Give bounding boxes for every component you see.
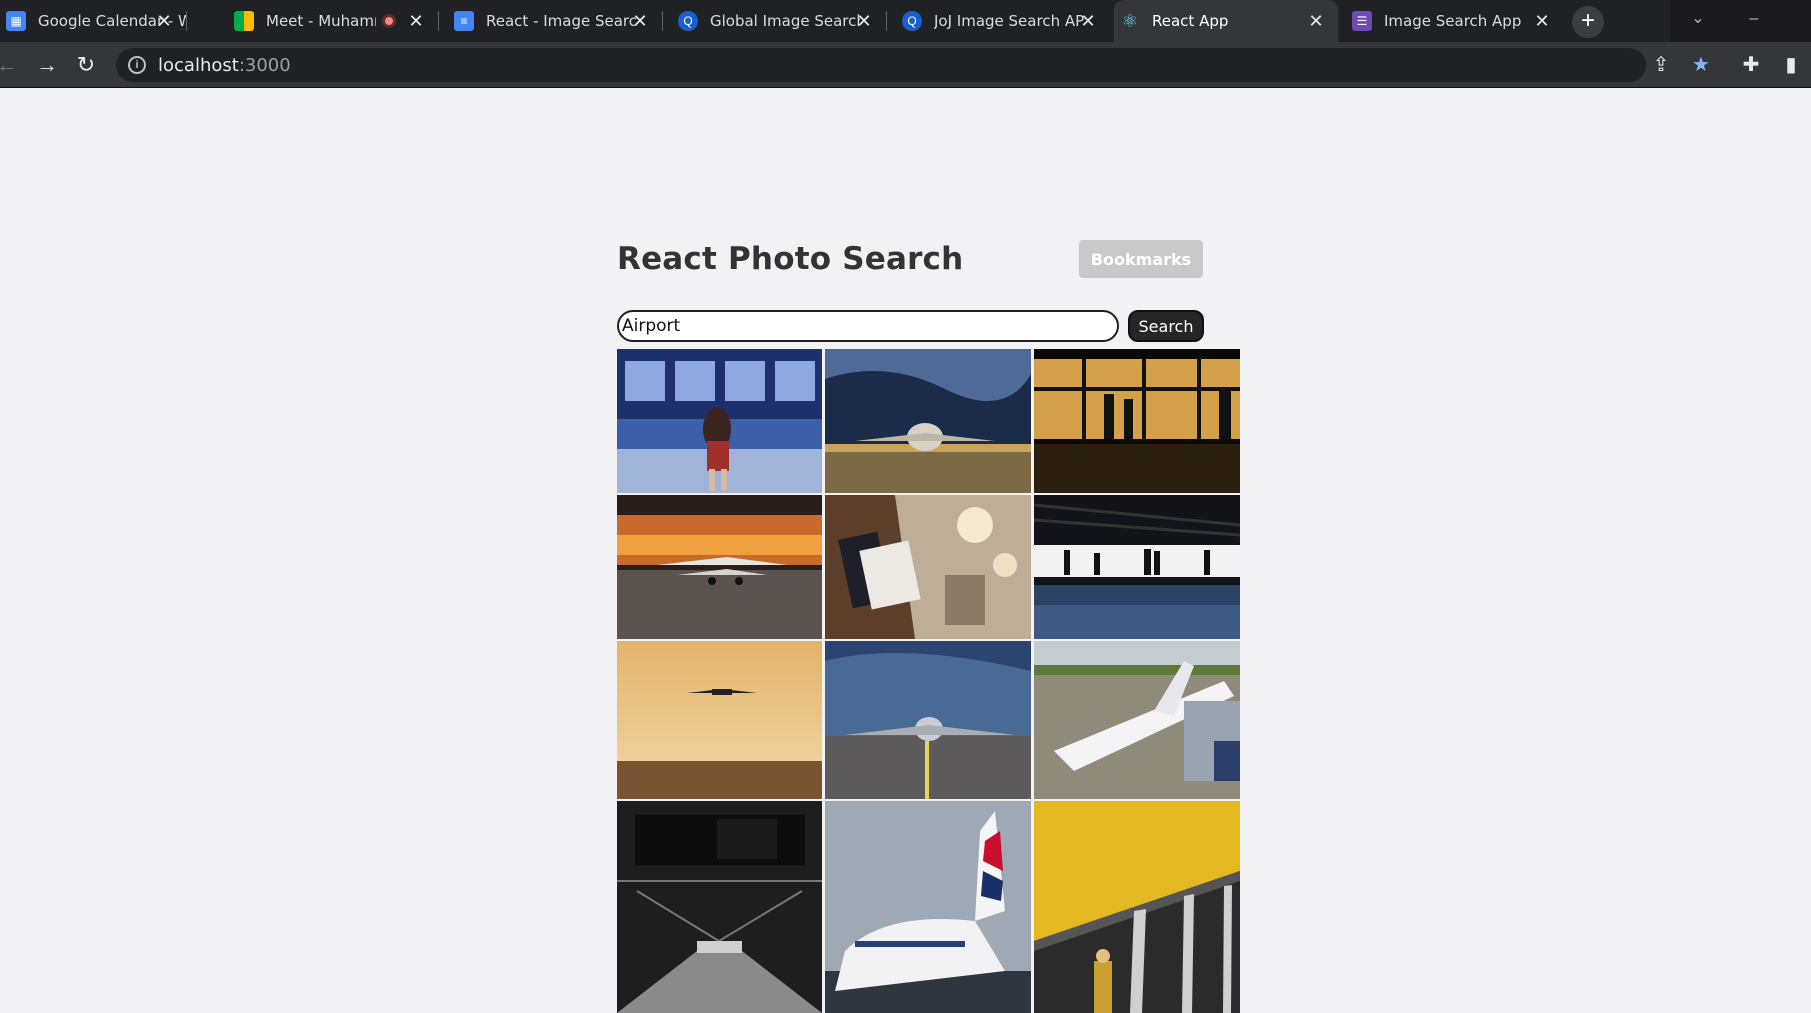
photo-result[interactable] bbox=[825, 349, 1031, 493]
close-tab-icon[interactable]: ✕ bbox=[154, 11, 174, 31]
new-tab-button[interactable]: + bbox=[1572, 6, 1604, 38]
search-q-icon: Q bbox=[678, 11, 698, 31]
tab-joj-image-search[interactable]: Q JoJ Image Search API ✕ bbox=[896, 0, 1110, 42]
close-tab-icon[interactable]: ✕ bbox=[630, 11, 650, 31]
search-button[interactable]: Search bbox=[1128, 310, 1204, 342]
reload-icon[interactable]: ↻ bbox=[71, 50, 101, 80]
browser-toolbar: ← → ↻ i localhost :3000 ⇪ ★ ✚ ▮ bbox=[0, 42, 1811, 88]
photo-result[interactable] bbox=[617, 349, 822, 493]
react-icon: ⚛ bbox=[1121, 10, 1139, 31]
page-title: React Photo Search bbox=[617, 241, 964, 277]
tab-search-chevron-icon[interactable]: ⌄ bbox=[1670, 0, 1726, 42]
search-input[interactable]: Airport bbox=[617, 310, 1119, 342]
tab-meet[interactable]: Meet - Muhammad ✕ bbox=[228, 0, 438, 42]
share-icon[interactable]: ⇪ bbox=[1646, 50, 1676, 80]
extensions-icon[interactable]: ✚ bbox=[1736, 50, 1766, 80]
bookmarks-button[interactable]: Bookmarks bbox=[1079, 240, 1203, 278]
side-panel-icon[interactable]: ▮ bbox=[1776, 50, 1806, 80]
photo-result[interactable] bbox=[825, 801, 1031, 1013]
minimize-icon[interactable]: – bbox=[1726, 0, 1782, 42]
bookmark-star-icon[interactable]: ★ bbox=[1686, 50, 1716, 80]
back-arrow-icon[interactable]: ← bbox=[0, 50, 22, 80]
photo-grid bbox=[617, 349, 1240, 1013]
close-tab-icon[interactable]: ✕ bbox=[406, 11, 426, 31]
photo-result[interactable] bbox=[1034, 495, 1240, 639]
close-tab-icon[interactable]: ✕ bbox=[1532, 11, 1552, 31]
tab-react-image-search-doc[interactable]: ≡ React - Image Search ✕ bbox=[448, 0, 662, 42]
photo-result[interactable] bbox=[617, 495, 822, 639]
close-tab-icon[interactable]: ✕ bbox=[1306, 11, 1326, 31]
photo-result[interactable] bbox=[1034, 801, 1240, 1013]
tab-global-image-search[interactable]: Q Global Image Search ✕ bbox=[672, 0, 886, 42]
photo-result[interactable] bbox=[617, 801, 822, 1013]
site-info-icon[interactable]: i bbox=[128, 56, 146, 74]
docs-icon: ≡ bbox=[454, 11, 474, 31]
close-tab-icon[interactable]: ✕ bbox=[1078, 11, 1098, 31]
search-q-icon: Q bbox=[902, 11, 922, 31]
photo-result[interactable] bbox=[825, 641, 1031, 799]
maximize-icon[interactable] bbox=[1782, 0, 1811, 42]
forward-arrow-icon[interactable]: → bbox=[32, 50, 62, 80]
close-tab-icon[interactable]: ✕ bbox=[854, 11, 874, 31]
photo-result[interactable] bbox=[825, 495, 1031, 639]
address-bar[interactable]: i localhost :3000 bbox=[116, 48, 1646, 82]
photo-result[interactable] bbox=[1034, 641, 1240, 799]
photo-result[interactable] bbox=[617, 641, 822, 799]
forms-icon: ☰ bbox=[1352, 11, 1372, 31]
tab-react-app[interactable]: ⚛ React App ✕ bbox=[1114, 0, 1338, 42]
recording-icon bbox=[382, 14, 396, 28]
calendar-icon: ▦ bbox=[6, 11, 26, 31]
page-content: React Photo Search Bookmarks Airport Sea… bbox=[0, 89, 1811, 1013]
tab-image-search-app[interactable]: ☰ Image Search App ✕ bbox=[1346, 0, 1564, 42]
photo-result[interactable] bbox=[1034, 349, 1240, 493]
meet-icon bbox=[234, 11, 254, 31]
tab-strip: ▦ Google Calendar - We ✕ Meet - Muhammad… bbox=[0, 0, 1811, 42]
tab-google-calendar[interactable]: ▦ Google Calendar - We ✕ bbox=[0, 0, 186, 42]
